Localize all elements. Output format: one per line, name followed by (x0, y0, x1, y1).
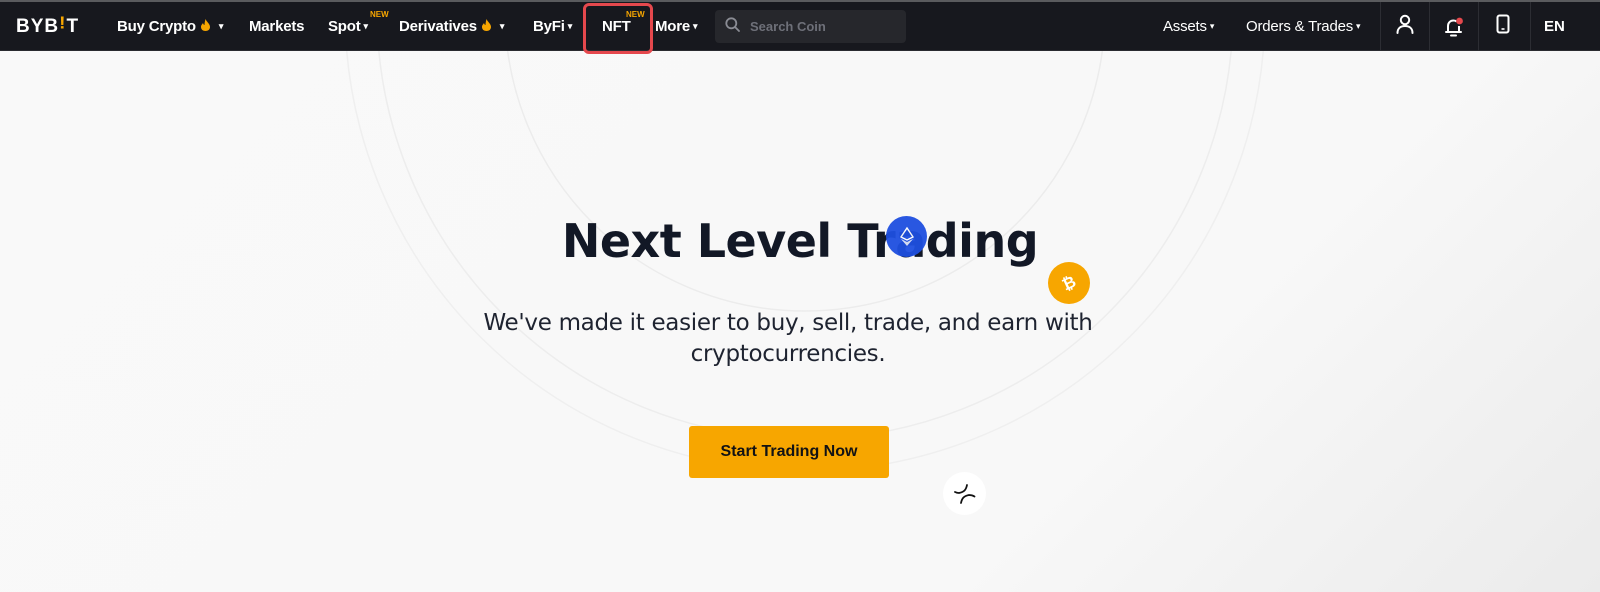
new-badge: NEW (370, 10, 389, 19)
search-icon (725, 16, 740, 37)
nav-item-derivatives[interactable]: Derivatives ▾ (399, 2, 504, 51)
xrp-coin-icon (943, 472, 986, 515)
nav-item-label: Spot (328, 18, 361, 35)
ring-inner (506, 51, 1104, 312)
top-navigation-bar: BYB! T Buy Crypto ▾ Markets Spot ▾ NEW De… (0, 2, 1600, 51)
nav-item-spot[interactable]: Spot ▾ (328, 2, 368, 51)
notifications-button[interactable] (1430, 2, 1478, 51)
ethereum-coin-icon (886, 216, 927, 257)
new-badge: NEW (626, 10, 645, 19)
chevron-down-icon: ▾ (218, 21, 224, 31)
bybit-logo[interactable]: BYB! T (16, 2, 79, 51)
search-coin-input[interactable] (750, 19, 900, 34)
user-icon (1396, 14, 1414, 39)
mobile-app-button[interactable] (1479, 2, 1527, 51)
logo-text-end: T (66, 15, 80, 37)
chevron-down-icon: ▾ (1209, 21, 1215, 31)
nav-item-label: Derivatives (399, 18, 477, 35)
bell-icon (1444, 17, 1464, 37)
nav-item-markets[interactable]: Markets (249, 2, 304, 51)
chevron-down-icon: ▾ (1356, 21, 1361, 31)
nav-item-orders-trades[interactable]: Orders & Trades ▾ (1246, 2, 1361, 51)
mobile-icon (1496, 14, 1510, 39)
nav-item-label: Orders & Trades (1246, 18, 1354, 35)
bitcoin-coin-icon: ₿ (1048, 262, 1090, 304)
search-coin-box[interactable] (715, 10, 906, 43)
chevron-down-icon: ▾ (499, 21, 505, 31)
chevron-down-icon: ▾ (693, 21, 698, 31)
account-button[interactable] (1381, 2, 1429, 51)
nav-item-buy-crypto[interactable]: Buy Crypto ▾ (117, 2, 223, 51)
chevron-down-icon: ▾ (363, 21, 369, 31)
language-selector[interactable]: EN (1544, 2, 1565, 51)
nav-item-label: ByFi (533, 18, 565, 35)
logo-text: BYB (16, 15, 60, 37)
chevron-down-icon: ▾ (567, 21, 573, 31)
nav-item-label: Buy Crypto (117, 18, 196, 35)
nav-item-assets[interactable]: Assets ▾ (1163, 2, 1214, 51)
nav-item-label: Markets (249, 18, 305, 35)
nav-item-label: NFT (602, 18, 631, 35)
nav-item-byfi[interactable]: ByFi ▾ (533, 2, 572, 51)
start-trading-now-button[interactable]: Start Trading Now (689, 426, 889, 478)
nav-item-label: Assets (1163, 18, 1207, 35)
flame-icon (481, 19, 491, 34)
flame-icon (200, 19, 210, 34)
hero-title: Next Level Trading (561, 214, 1039, 268)
nav-item-label: More (655, 18, 691, 35)
svg-text:₿: ₿ (1059, 272, 1079, 294)
nav-item-more[interactable]: More ▾ (655, 2, 698, 51)
logo-accent-bar: ! (59, 13, 67, 33)
hero-subtitle: We've made it easier to buy, sell, trade… (483, 310, 1093, 367)
nav-divider (1530, 2, 1531, 51)
